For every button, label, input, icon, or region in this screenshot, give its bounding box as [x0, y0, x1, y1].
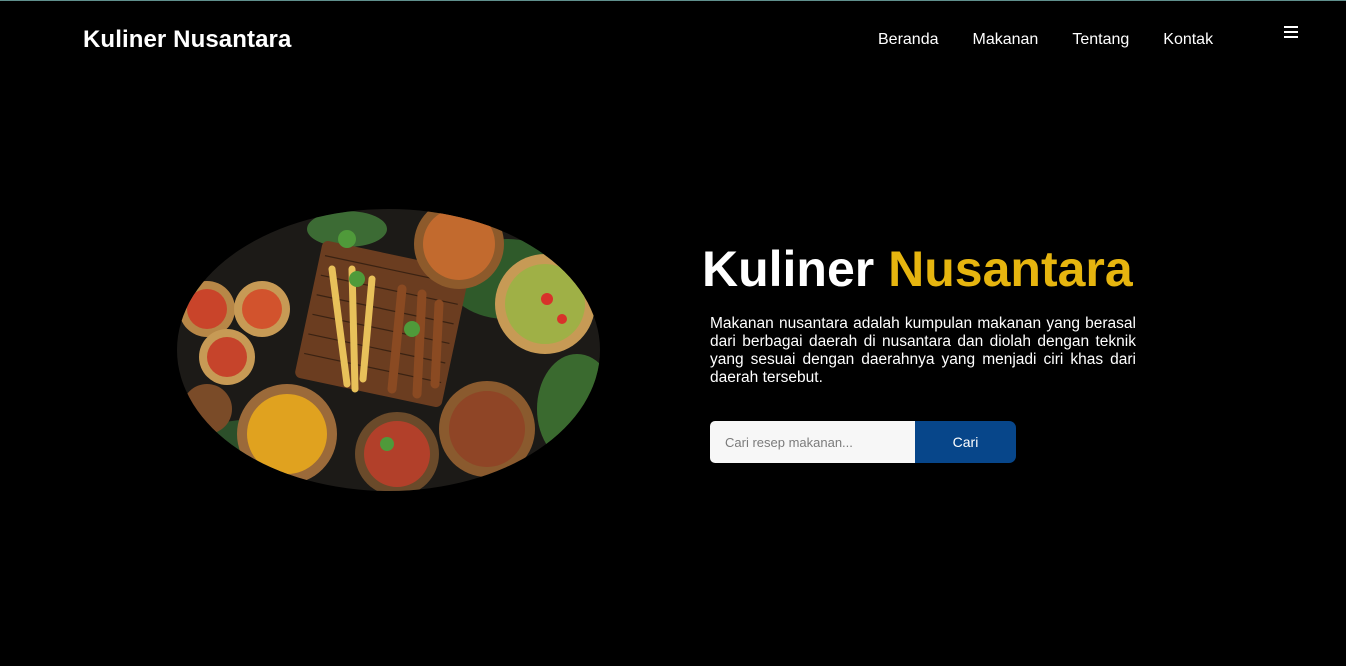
hamburger-icon[interactable] [1284, 26, 1298, 38]
search-button[interactable]: Cari [915, 421, 1016, 463]
hero-title: Kuliner Nusantara [702, 240, 1133, 298]
top-border-line [0, 0, 1346, 1]
recipe-search-input[interactable] [710, 421, 915, 463]
hero-title-part1: Kuliner [702, 241, 875, 297]
food-spread-image [177, 209, 600, 491]
recipe-search-form: Cari [710, 421, 1016, 463]
nav-link-beranda[interactable]: Beranda [878, 31, 939, 49]
nav-link-tentang[interactable]: Tentang [1072, 31, 1129, 49]
nav-link-makanan[interactable]: Makanan [973, 31, 1039, 49]
nav-link-kontak[interactable]: Kontak [1163, 31, 1213, 49]
hero-description: Makanan nusantara adalah kumpulan makana… [710, 315, 1136, 386]
brand-logo[interactable]: Kuliner Nusantara [83, 26, 291, 54]
hero-title-accent: Nusantara [888, 241, 1133, 297]
main-nav: Beranda Makanan Tentang Kontak [878, 31, 1213, 49]
